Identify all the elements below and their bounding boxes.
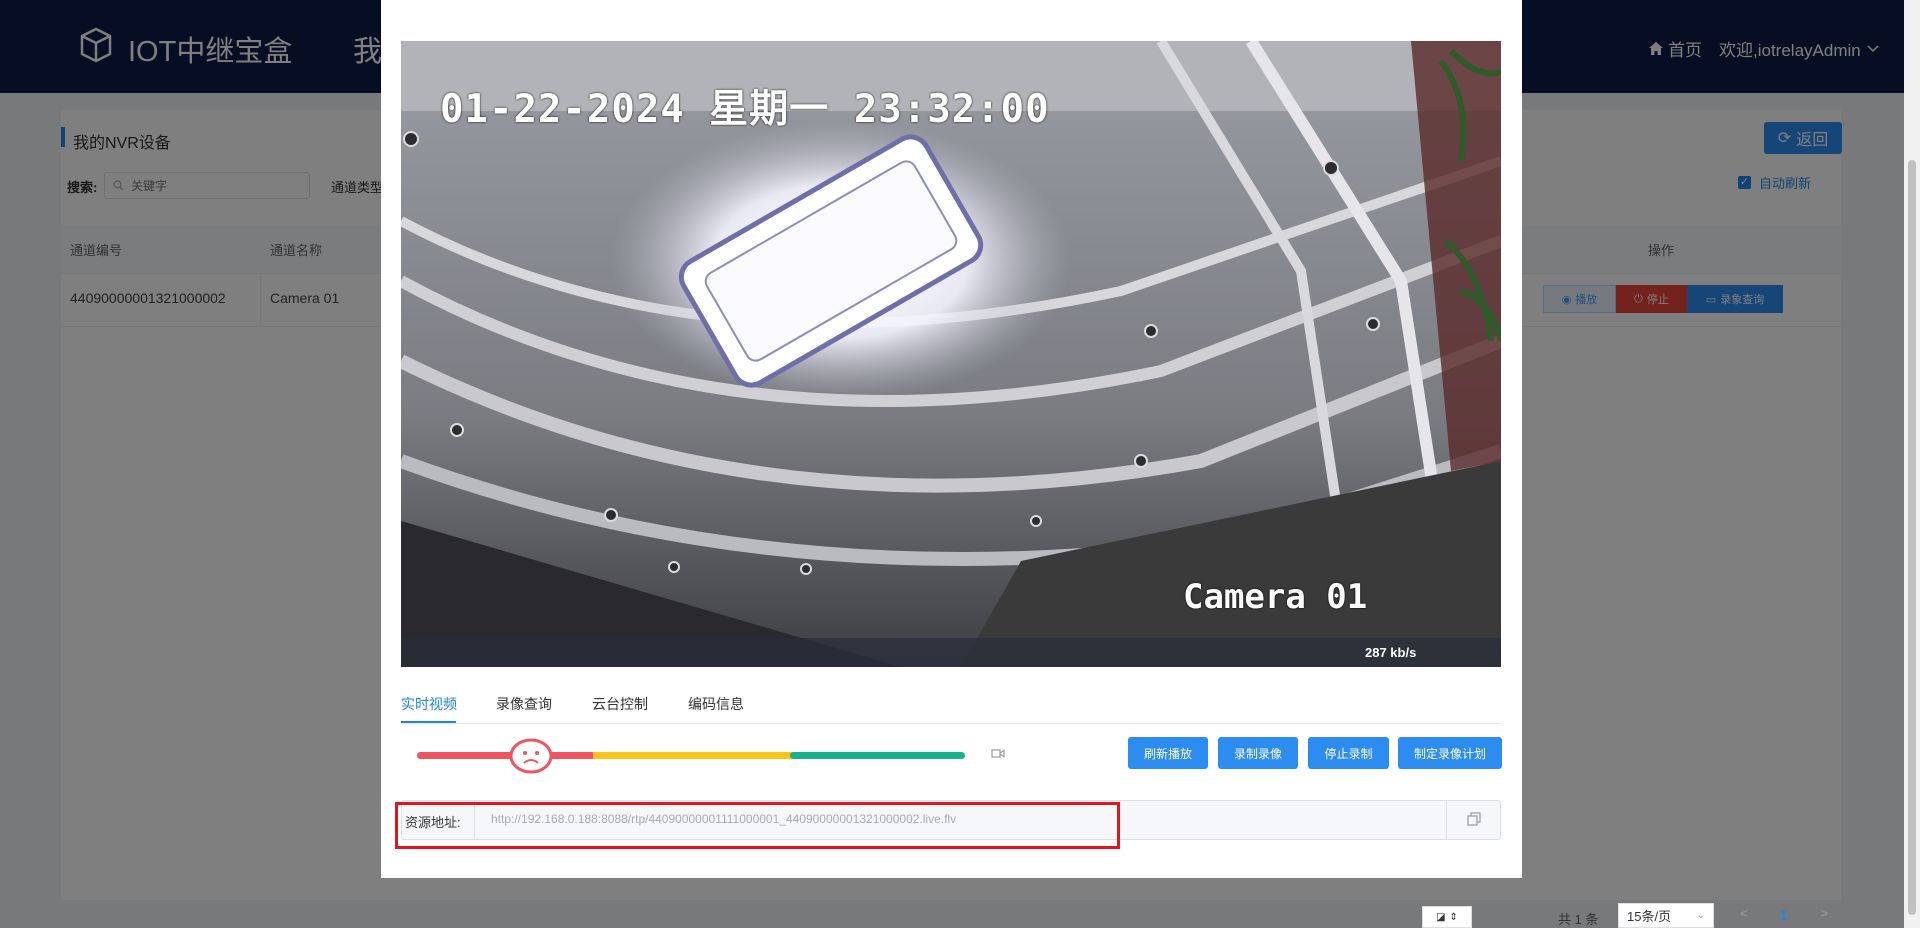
video-osd-camera-name: Camera 01 [1183,577,1368,617]
crop-icon: ◪ [1436,911,1446,923]
chevron-down-icon: ⌄ [1696,910,1705,921]
record-video-button[interactable]: 录制录像 [1218,737,1298,769]
player-status-bar [401,638,1501,667]
page-size-value: 15条/页 [1627,909,1672,924]
highlight-annotation-box [395,802,1120,849]
signal-meter-yellow [593,752,793,759]
tab-recording-query[interactable]: 录像查询 [496,694,552,714]
chevron-updown-icon: ⇕ [1449,911,1458,923]
screenshot-tool-widget[interactable]: ◪ ⇕ [1422,906,1472,928]
next-page-button[interactable]: > [1820,905,1828,921]
bitrate-readout: 287 kb/s [1365,645,1417,660]
refresh-play-button[interactable]: 刷新播放 [1128,737,1208,769]
signal-meter-red [417,752,597,759]
video-osd-timestamp: 01-22-2024 星期一 23:32:00 [440,87,1050,132]
stop-record-button[interactable]: 停止录制 [1308,737,1389,769]
camera-frame [401,41,1501,667]
video-camera-icon[interactable] [991,748,1005,759]
scrollbar-thumb[interactable] [1908,160,1916,915]
schedule-recording-button[interactable]: 制定录像计划 [1398,737,1502,769]
live-video-player[interactable] [401,41,1501,667]
dialog-tabs [401,694,1501,724]
tab-ptz-control[interactable]: 云台控制 [592,694,648,714]
prev-page-button[interactable]: < [1740,905,1748,921]
signal-meter-green [790,752,965,759]
active-tab-indicator [401,721,456,723]
pagination-total: 共 1 条 [1558,912,1599,927]
tab-live-video[interactable]: 实时视频 [401,694,457,714]
copy-icon[interactable] [1466,811,1482,827]
sad-face-icon [510,738,552,774]
tab-encoding-info[interactable]: 编码信息 [688,694,744,714]
current-page[interactable]: 1 [1780,907,1788,923]
page-size-select[interactable]: 15条/页 ⌄ [1618,903,1714,928]
